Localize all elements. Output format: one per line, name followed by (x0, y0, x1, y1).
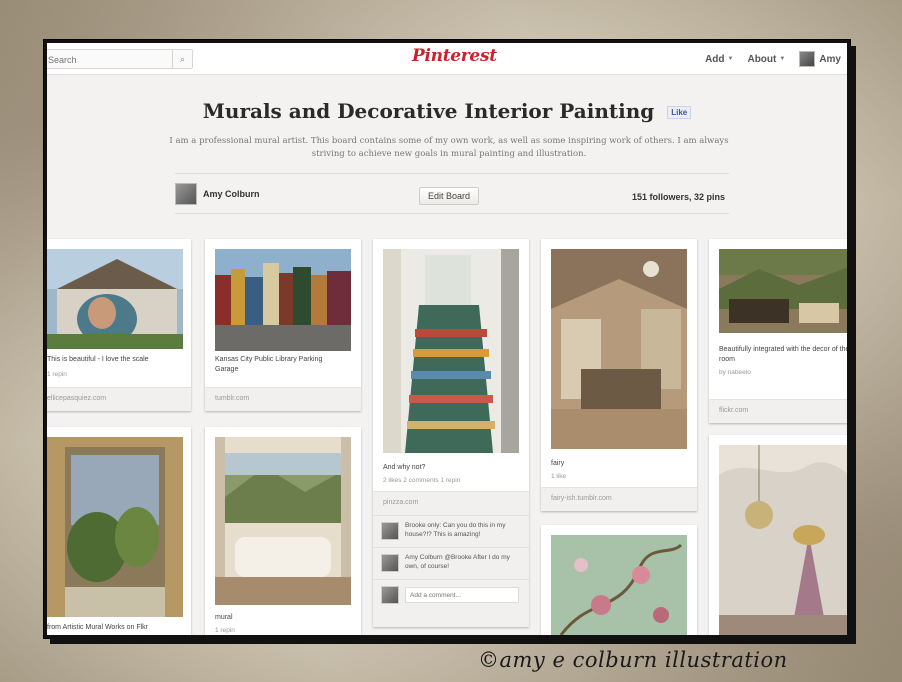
divider (175, 213, 729, 214)
pin-description: And why not? (383, 464, 426, 471)
comment-box (373, 579, 529, 627)
about-menu[interactable]: About ▼ (747, 54, 785, 65)
add-label: Add (705, 53, 725, 65)
pin-meta: by nabeelo (719, 369, 751, 376)
pin-meta: 1 like (551, 473, 567, 480)
pin-image (47, 437, 183, 617)
divider (175, 173, 729, 174)
search-box: ⌕ (47, 49, 193, 69)
pin-meta: 2 likes 2 comments 1 repin (383, 477, 461, 484)
pin-description: mural (215, 614, 233, 621)
pin-source[interactable]: flickr.com (709, 399, 847, 423)
chevron-down-icon: ▼ (779, 56, 786, 62)
avatar (381, 586, 399, 604)
pin-image (215, 437, 351, 605)
pin-image (551, 535, 687, 635)
pin-description: from Artistic Mural Works on Flkr (47, 624, 148, 631)
board-owner[interactable]: Amy Colburn (175, 183, 260, 205)
pin-description: This is beautiful - I love the scale (47, 356, 149, 363)
board-title-text: Murals and Decorative Interior Painting (202, 99, 655, 123)
pin-card[interactable]: Beautifully integrated with the decor of… (709, 239, 850, 423)
pin-image (383, 249, 519, 453)
pin-card[interactable] (541, 525, 697, 635)
avatar (175, 183, 197, 205)
pin-source[interactable]: pinzza.com (373, 491, 529, 515)
comment: Brooke only: Can you do this in my house… (373, 515, 529, 547)
pin-card[interactable]: mural 1 repin (205, 427, 361, 635)
pin-meta: 1 repin (47, 371, 67, 378)
browser-screenshot: ⌕ Pinterest Add ▼ About ▼ Amy Murals and… (44, 40, 850, 638)
pin-image (47, 249, 183, 349)
pin-image (719, 445, 847, 635)
board-description: I am a professional mural artist. This b… (169, 136, 729, 159)
user-menu[interactable]: Amy (799, 51, 841, 67)
board-title: Murals and Decorative Interior Painting … (47, 99, 847, 123)
pin-card[interactable]: fairy 1 like fairy-ish.tumblr.com (541, 239, 697, 511)
pin-source[interactable]: tumblr.com (205, 387, 361, 411)
nav-menu: Add ▼ About ▼ Amy (705, 43, 841, 75)
comment-input[interactable] (405, 587, 519, 603)
avatar (799, 51, 816, 67)
facebook-like-button[interactable]: Like (667, 106, 692, 119)
pin-card[interactable]: This is beautiful - I love the scale 1 r… (47, 239, 191, 411)
pin-description: Kansas City Public Library Parking Garag… (215, 356, 323, 373)
pin-card[interactable]: Kansas City Public Library Parking Garag… (205, 239, 361, 411)
pin-card[interactable]: And why not? 2 likes 2 comments 1 repin … (373, 239, 529, 627)
avatar (381, 522, 399, 540)
pinterest-logo[interactable]: Pinterest (412, 46, 497, 66)
pin-card[interactable] (709, 435, 847, 635)
comment: Amy Colburn @Brooke After I do my own, o… (373, 547, 529, 579)
comment-text: Brooke only: Can you do this in my house… (405, 522, 506, 538)
about-label: About (747, 53, 777, 65)
search-icon[interactable]: ⌕ (172, 50, 192, 68)
pin-description: fairy (551, 460, 565, 467)
chevron-down-icon: ▼ (727, 56, 734, 62)
top-navigation-bar: ⌕ Pinterest Add ▼ About ▼ Amy (47, 43, 847, 75)
pin-source[interactable]: ellicepasquiez.com (47, 387, 191, 411)
pin-description: Beautifully integrated with the decor of… (719, 346, 850, 363)
pin-card[interactable]: from Artistic Mural Works on Flkr (47, 427, 191, 635)
board-stats: 151 followers, 32 pins (631, 192, 725, 202)
pin-image (215, 249, 351, 351)
edit-board-button[interactable]: Edit Board (419, 187, 480, 205)
pin-image (719, 249, 847, 333)
pin-meta: 1 repin (215, 627, 235, 634)
user-label: Amy (819, 53, 841, 65)
owner-name: Amy Colburn (203, 189, 260, 199)
avatar (381, 554, 399, 572)
pin-source[interactable]: fairy-ish.tumblr.com (541, 487, 697, 511)
watermark-signature: ©amy e colburn illustration (478, 648, 788, 672)
add-menu[interactable]: Add ▼ (705, 54, 733, 65)
pin-image (551, 249, 687, 449)
search-input[interactable] (48, 53, 168, 67)
comment-text: Amy Colburn @Brooke After I do my own, o… (405, 554, 510, 570)
